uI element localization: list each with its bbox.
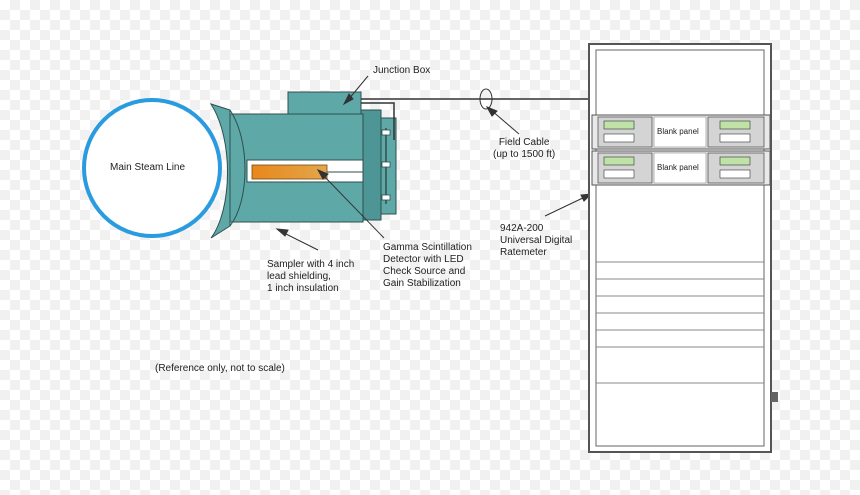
rail-clip-mid [381,161,391,168]
detector-label: Gamma Scintillation Detector with LED Ch… [383,242,472,289]
rail-clip-bottom [381,194,391,201]
main-steam-line-label: Main Steam Line [110,162,186,173]
ratemeter-label: 942A-200 Universal Digital Ratemeter [500,223,573,258]
reference-note: (Reference only, not to scale) [155,363,285,374]
ratemeter-2a-keys [603,169,635,179]
blank-panel-1-label: Blank panel [657,127,699,136]
ratemeter-1b-display [719,120,751,130]
ratemeter-2a-display [603,156,635,166]
blank-panel-2-label: Blank panel [657,163,699,172]
sampler-label: Sampler with 4 inch lead shielding, 1 in… [267,259,355,294]
sampler-back-cap [360,109,382,221]
ratemeter-1a-keys [603,133,635,143]
field-cable-label: Field Cable (up to 1500 ft) [493,137,556,160]
equipment-rack [588,43,778,453]
rack-frame [588,43,772,453]
junction-box-label: Junction Box [373,65,431,76]
ratemeter-1b-keys [719,133,751,143]
ratemeter-2b-display [719,156,751,166]
ratemeter-1a-display [603,120,635,130]
ratemeter-2b-keys [719,169,751,179]
rack-side-tab [771,392,778,402]
rail-clip-top [381,129,391,136]
gamma-detector [251,164,328,180]
